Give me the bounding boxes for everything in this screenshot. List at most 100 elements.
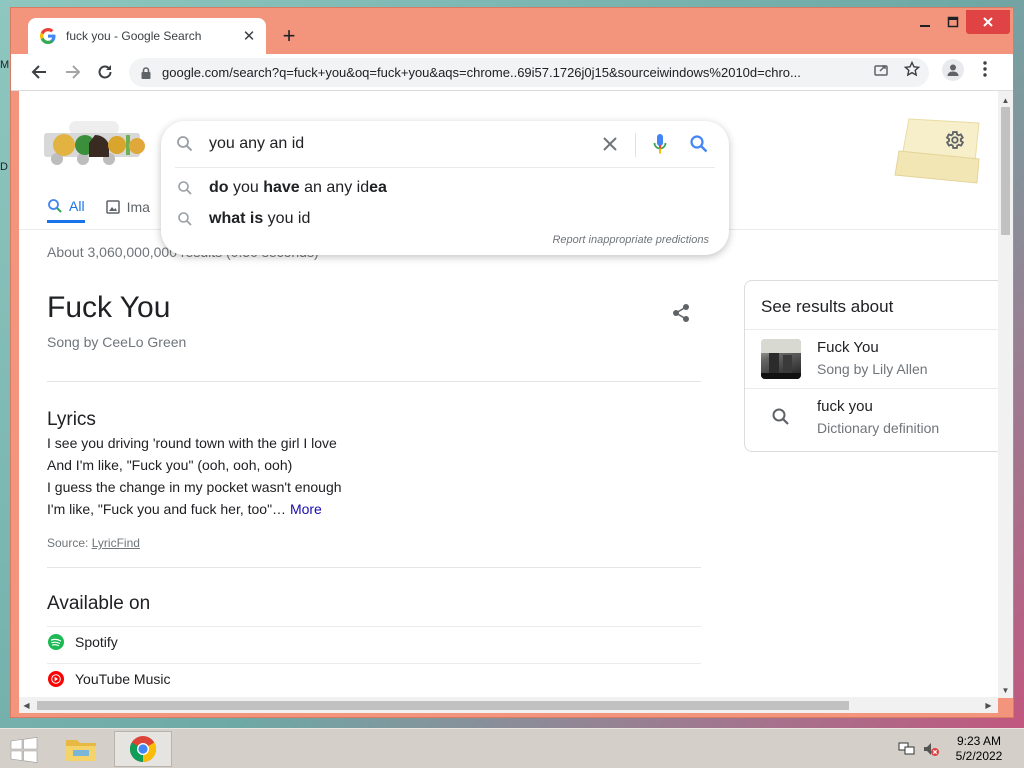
side-item-subtitle: Dictionary definition — [817, 420, 940, 436]
scroll-down-arrow-icon[interactable]: ▼ — [998, 683, 1013, 697]
search-icon — [175, 178, 195, 198]
start-button[interactable] — [10, 737, 38, 763]
horizontal-scroll-thumb[interactable] — [37, 701, 849, 710]
arrow-left-icon — [31, 65, 46, 79]
side-item-title[interactable]: Fuck You — [817, 339, 879, 356]
settings-gear-icon[interactable] — [941, 127, 967, 153]
spotify-icon — [47, 633, 65, 651]
row-divider — [47, 626, 701, 627]
network-icon[interactable] — [898, 741, 916, 757]
clock-time: 9:23 AM — [956, 734, 1002, 748]
horizontal-scrollbar[interactable]: ◀ ▶ — [19, 697, 998, 713]
back-button[interactable] — [27, 60, 51, 84]
clear-search-icon[interactable] — [599, 133, 621, 155]
lyrics-source: Source: LyricFind — [47, 536, 140, 550]
section-divider — [47, 567, 701, 568]
section-divider — [47, 381, 701, 382]
image-icon — [105, 199, 121, 215]
magnifier-icon — [47, 198, 63, 214]
lyric-line-text: I'm like, "Fuck you and fuck her, too"… — [47, 501, 287, 517]
available-youtube-music[interactable]: YouTube Music — [47, 667, 170, 691]
browser-toolbar: google.com/search?q=fuck+you&oq=fuck+you… — [11, 54, 1013, 91]
new-tab-button[interactable]: + — [277, 23, 301, 48]
source-label: Source: — [47, 536, 89, 550]
menu-dots-icon[interactable] — [975, 59, 995, 79]
vertical-scrollbar[interactable]: ▲ ▼ — [998, 91, 1013, 698]
minimize-button[interactable] — [910, 10, 940, 34]
suggestion-text: what is you id — [209, 210, 311, 227]
microphone-icon[interactable] — [649, 132, 671, 156]
lock-icon — [139, 66, 153, 80]
profile-avatar-icon[interactable] — [942, 59, 964, 81]
scroll-left-arrow-icon[interactable]: ◀ — [19, 697, 34, 713]
search-input-row — [161, 121, 729, 167]
chrome-taskbar-button[interactable] — [114, 731, 172, 767]
search-box: do you have an any idea what is you id R… — [161, 121, 729, 255]
reload-icon — [98, 65, 112, 79]
lyrics-heading: Lyrics — [47, 409, 96, 430]
suggestion-divider — [175, 167, 715, 168]
close-tab-icon[interactable]: ✕ — [238, 25, 260, 47]
tab-strip: fuck you - Google Search ✕ + — [11, 8, 1013, 54]
lyric-line: And I'm like, "Fuck you" (ooh, ooh, ooh) — [47, 457, 293, 473]
browser-tab[interactable]: fuck you - Google Search ✕ — [28, 18, 266, 54]
search-icon — [175, 209, 195, 229]
search-icon[interactable] — [769, 405, 793, 429]
search-submit-icon[interactable] — [687, 132, 711, 156]
reload-button[interactable] — [93, 60, 117, 84]
volume-muted-icon[interactable] — [922, 741, 940, 757]
tab-images[interactable]: Ima — [105, 191, 150, 223]
google-doodle-logo[interactable] — [39, 121, 149, 166]
minimize-icon — [920, 25, 930, 27]
tab-title: fuck you - Google Search — [66, 29, 202, 43]
tab-all[interactable]: All — [47, 191, 85, 223]
tab-all-label: All — [69, 197, 85, 214]
forward-button[interactable] — [61, 60, 85, 84]
desktop-edge-mark: M — [0, 59, 10, 71]
more-lyrics-link[interactable]: More — [290, 501, 322, 517]
suggestion-item[interactable]: do you have an any idea — [161, 173, 729, 203]
side-item-subtitle: Song by Lily Allen — [817, 361, 928, 377]
share-icon[interactable] — [667, 299, 695, 327]
source-link[interactable]: LyricFind — [92, 536, 140, 550]
song-thumbnail[interactable] — [761, 339, 801, 379]
search-icon — [175, 134, 195, 154]
knowledge-panel-subtitle: Song by CeeLo Green — [47, 334, 187, 350]
vertical-scroll-thumb[interactable] — [1001, 107, 1010, 235]
clock-date: 5/2/2022 — [955, 749, 1003, 763]
suggestion-item[interactable]: what is you id — [161, 204, 729, 234]
lyric-line-last: I'm like, "Fuck you and fuck her, too"… … — [47, 501, 322, 517]
available-spotify[interactable]: Spotify — [47, 630, 118, 654]
desktop-edge-mark: D — [0, 161, 8, 173]
search-input[interactable] — [209, 132, 589, 156]
spotify-label: Spotify — [75, 634, 118, 650]
bookmark-star-icon[interactable] — [902, 59, 922, 79]
available-on-heading: Available on — [47, 593, 151, 614]
maximize-button[interactable] — [938, 10, 968, 34]
knowledge-panel-title: Fuck You — [47, 291, 171, 324]
folder-icon — [66, 740, 96, 761]
scroll-right-arrow-icon[interactable]: ▶ — [981, 697, 996, 713]
suggestion-text: do you have an any idea — [209, 179, 387, 196]
taskbar: 9:23 AM 5/2/2022 — [0, 728, 1024, 768]
side-item-title[interactable]: fuck you — [817, 398, 873, 415]
chrome-icon — [129, 736, 157, 763]
youtube-music-label: YouTube Music — [75, 671, 171, 687]
search-filter-tabs: All Ima — [47, 191, 170, 223]
close-window-button[interactable] — [966, 10, 1010, 34]
file-explorer-taskbar-button[interactable] — [52, 731, 110, 767]
see-results-about-panel: See results about Fuck You Song by Lily … — [744, 280, 998, 452]
address-bar[interactable]: google.com/search?q=fuck+you&oq=fuck+you… — [129, 58, 929, 87]
scroll-up-arrow-icon[interactable]: ▲ — [998, 93, 1013, 107]
google-favicon-icon — [40, 28, 56, 44]
maximize-icon — [947, 16, 959, 28]
side-divider — [745, 329, 998, 330]
url-text: google.com/search?q=fuck+you&oq=fuck+you… — [162, 65, 801, 80]
youtube-music-icon — [47, 670, 65, 688]
row-divider — [47, 663, 701, 664]
report-predictions-link[interactable]: Report inappropriate predictions — [552, 234, 709, 246]
share-page-icon[interactable] — [871, 59, 891, 79]
close-icon — [983, 17, 993, 27]
lyric-line: I guess the change in my pocket wasn't e… — [47, 479, 342, 495]
system-clock[interactable]: 9:23 AM 5/2/2022 — [944, 734, 1014, 764]
